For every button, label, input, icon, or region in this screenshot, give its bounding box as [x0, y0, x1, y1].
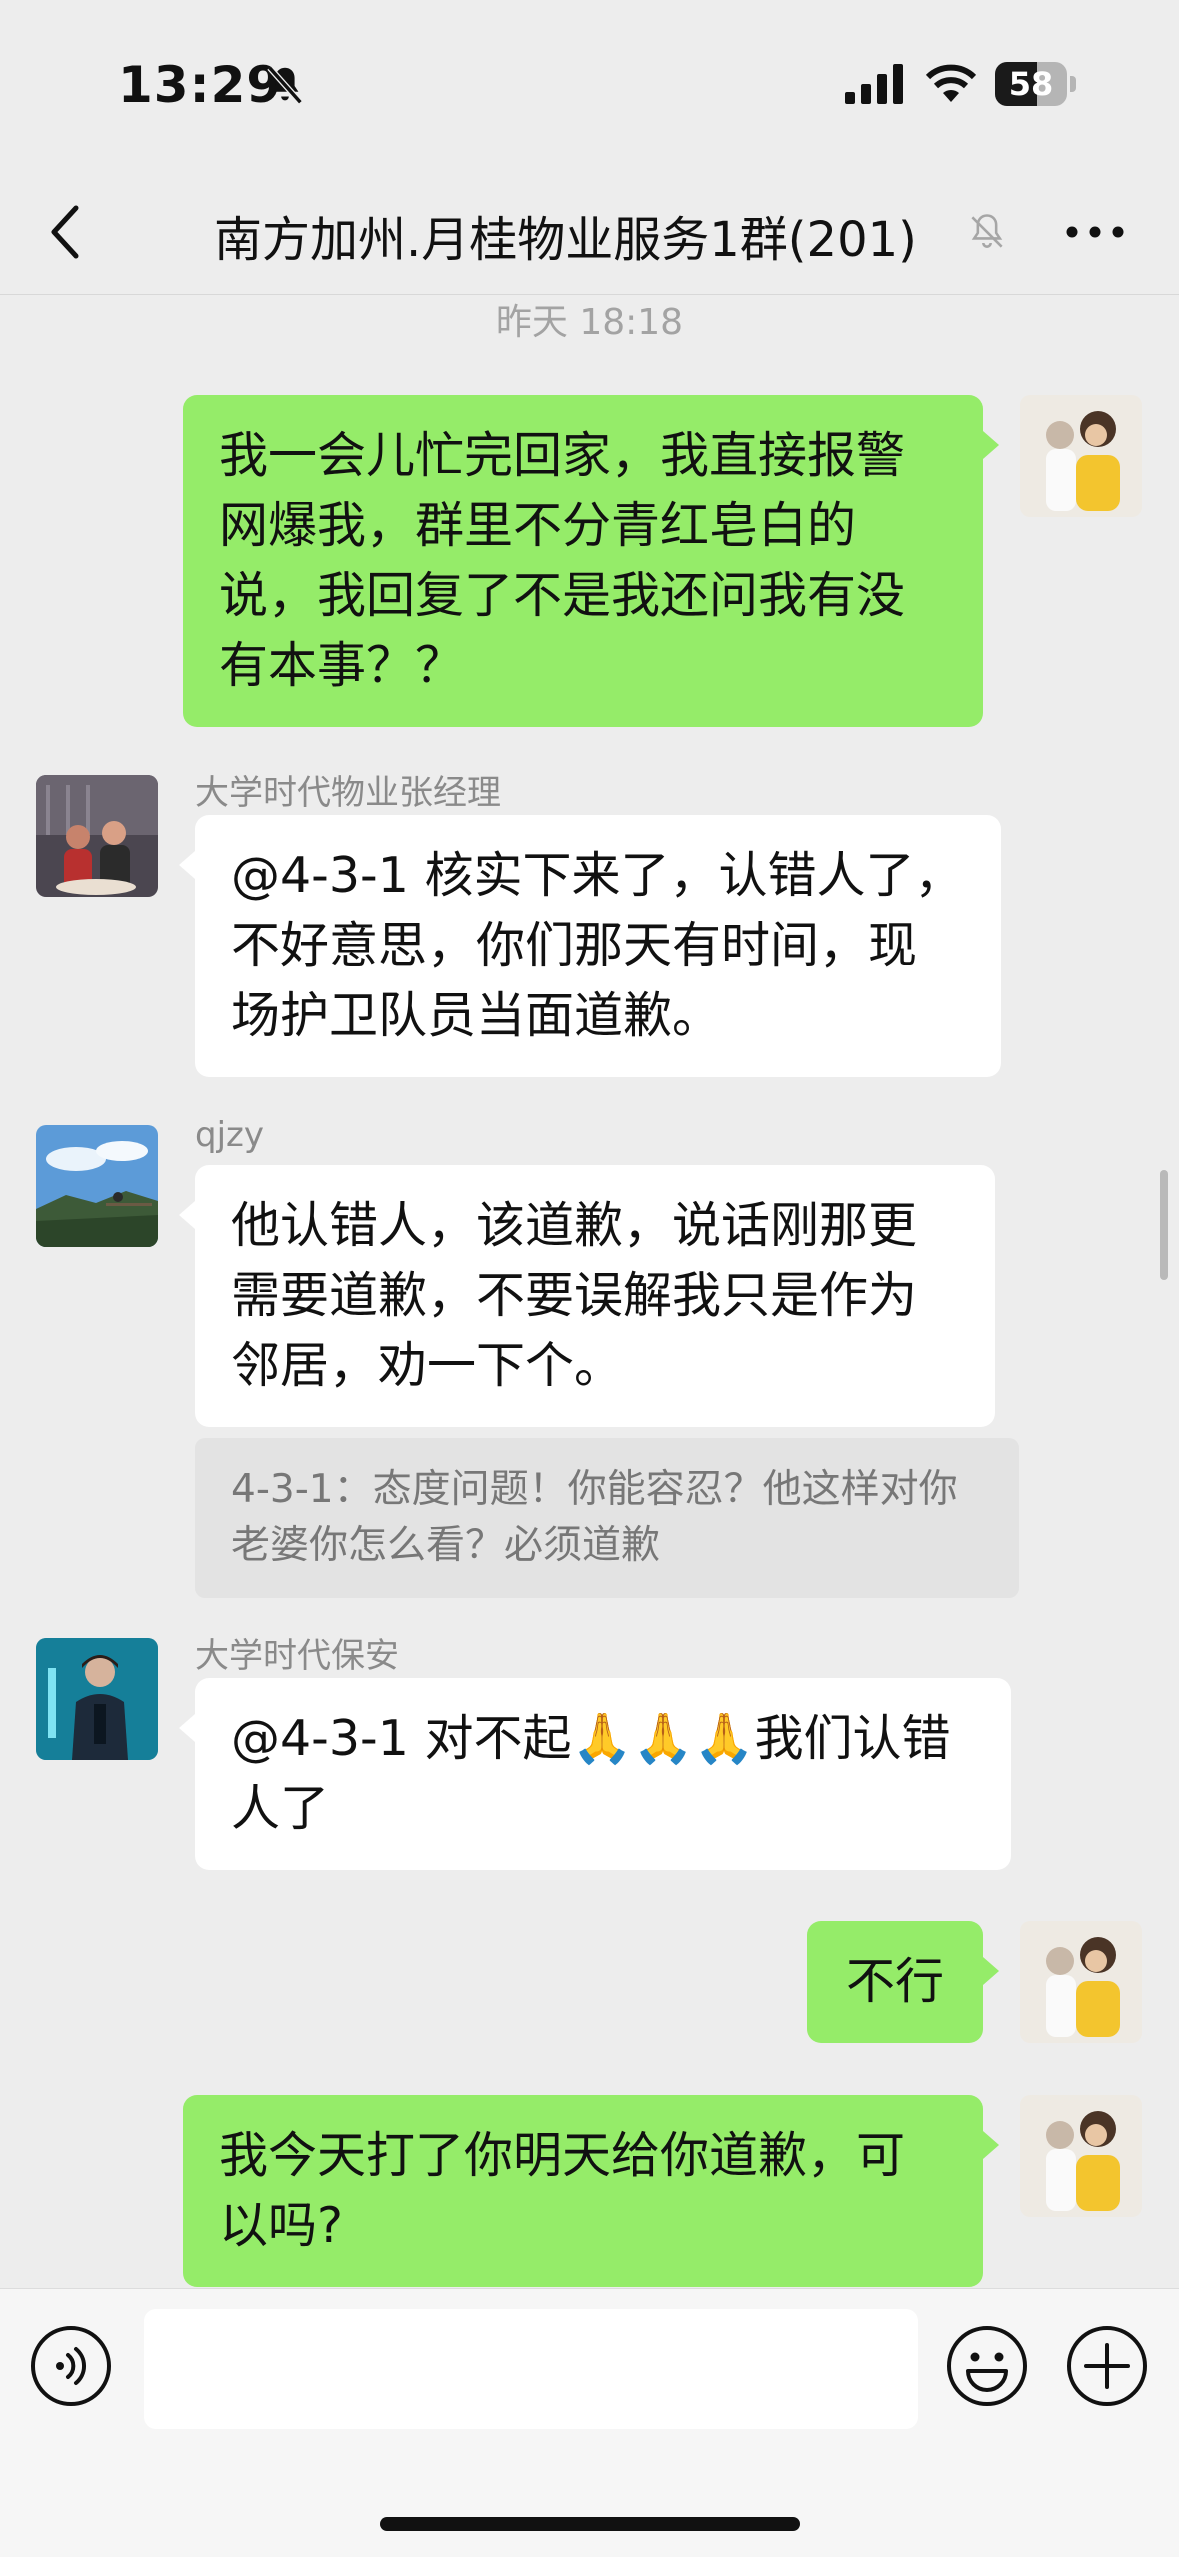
message-timestamp: 昨天 18:18: [495, 302, 684, 343]
wifi-icon: [925, 64, 977, 102]
message-bubble[interactable]: 他认错人，该道歉，说话刚那更需要道歉，不要误解我只是作为邻居，劝一下个。: [195, 1165, 995, 1427]
bell-off-icon: [971, 214, 1003, 248]
battery-indicator: 58: [995, 62, 1079, 106]
sender-avatar[interactable]: [36, 1125, 158, 1247]
my-message-bubble[interactable]: 我今天打了你明天给你道歉，可以吗?: [183, 2095, 983, 2287]
message-bubble[interactable]: @4-3-1 核实下来了，认错人了，不好意思，你们那天有时间，现场护卫队员当面道…: [195, 815, 1001, 1077]
my-avatar[interactable]: [1020, 1921, 1142, 2043]
chat-title: 南方加州.月桂物业服务1群(201): [214, 212, 917, 268]
signal-icon: [845, 64, 903, 104]
sender-name: 大学时代物业张经理: [195, 773, 501, 813]
my-avatar[interactable]: [1020, 395, 1142, 517]
plus-icon[interactable]: [1066, 2325, 1148, 2407]
battery-level: 58: [1008, 65, 1054, 103]
sender-avatar[interactable]: [36, 775, 158, 897]
input-bar: [0, 2288, 1179, 2557]
chat-header: 南方加州.月桂物业服务1群(201): [0, 170, 1179, 295]
chevron-left-icon[interactable]: [38, 192, 98, 272]
message-input[interactable]: [144, 2309, 918, 2429]
sender-avatar[interactable]: [36, 1638, 158, 1760]
my-message-bubble[interactable]: 我一会儿忙完回家，我直接报警网爆我，群里不分青红皂白的说，我回复了不是我还问我有…: [183, 395, 983, 727]
my-avatar[interactable]: [1020, 2095, 1142, 2217]
more-icon[interactable]: [1060, 210, 1130, 254]
status-bar: 13:29 58: [0, 0, 1179, 170]
sender-name: qjzy: [195, 1115, 264, 1155]
home-indicator: [380, 2517, 800, 2531]
voice-icon[interactable]: [30, 2325, 112, 2407]
status-time: 13:29: [118, 56, 283, 114]
scrollbar[interactable]: [1160, 1170, 1168, 1280]
quoted-message[interactable]: 4-3-1：态度问题！你能容忍？他这样对你老婆你怎么看？必须道歉: [195, 1438, 1019, 1598]
emoji-icon[interactable]: [946, 2325, 1028, 2407]
my-message-bubble[interactable]: 不行: [807, 1921, 983, 2043]
message-bubble[interactable]: @4-3-1 对不起🙏🙏🙏我们认错人了: [195, 1678, 1011, 1870]
chat-messages[interactable]: 昨天 18:18 我一会儿忙完回家，我直接报警网爆我，群里不分青红皂白的说，我回…: [0, 295, 1179, 2295]
sender-name: 大学时代保安: [195, 1636, 399, 1676]
bell-off-icon: [267, 65, 303, 105]
